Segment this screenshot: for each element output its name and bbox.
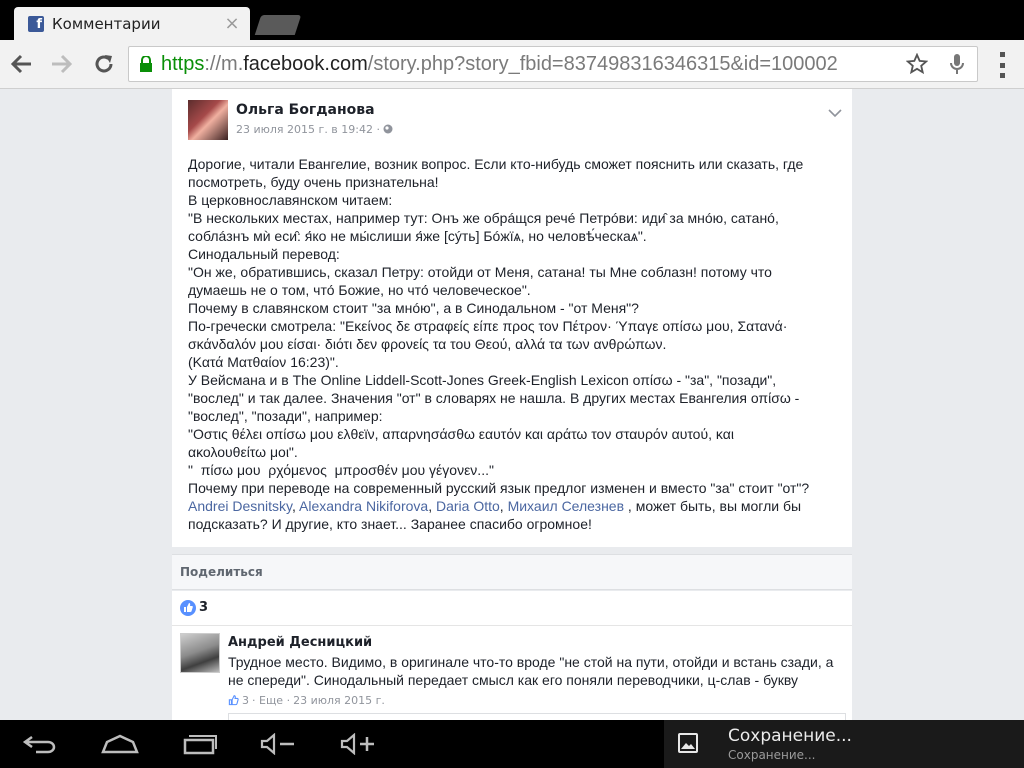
reply-box[interactable] [228, 713, 846, 720]
browser-toolbar: https://m.facebook.com/story.php?story_f… [0, 40, 1024, 89]
tab-title: Комментарии [52, 14, 161, 33]
android-recents-icon[interactable] [180, 728, 220, 760]
reload-icon[interactable] [90, 50, 118, 78]
download-notification[interactable]: Сохранение... Сохранение... [664, 720, 1024, 768]
back-arrow-icon[interactable] [7, 50, 35, 78]
facebook-favicon-icon: f [28, 15, 44, 32]
comment-item: Андрей Десницкий Трудное место. Видимо, … [172, 626, 852, 720]
image-icon [678, 733, 698, 753]
chevron-down-icon[interactable] [828, 103, 842, 122]
mention-link[interactable]: Daria Otto [436, 498, 500, 514]
comment-text: Трудное место. Видимо, в оригинале что-т… [228, 654, 834, 688]
menu-icon[interactable] [992, 52, 1012, 78]
address-bar[interactable]: https://m.facebook.com/story.php?story_f… [128, 46, 978, 82]
volume-down-icon[interactable] [258, 728, 298, 760]
notification-subtitle: Сохранение... [728, 748, 816, 762]
volume-up-icon[interactable] [338, 728, 378, 760]
mention-link[interactable]: Михаил Селезнев [508, 498, 624, 514]
comment-like-count: 3 [242, 694, 249, 707]
comment-more-link[interactable]: · Еще · [252, 694, 290, 707]
post-timestamp[interactable]: 23 июля 2015 г. в 19:42 · [236, 123, 393, 136]
android-home-icon[interactable] [100, 728, 140, 760]
lock-icon [139, 55, 153, 72]
android-back-icon[interactable] [20, 728, 60, 760]
post-header: Ольга Богданова 23 июля 2015 г. в 19:42 … [172, 89, 852, 149]
post-card: Ольга Богданова 23 июля 2015 г. в 19:42 … [172, 89, 852, 547]
forward-arrow-icon[interactable] [48, 50, 76, 78]
mention-link[interactable]: Alexandra Nikiforova [299, 498, 428, 514]
globe-icon [383, 124, 393, 134]
share-bar: Поделиться [172, 554, 852, 590]
notification-title: Сохранение... [728, 726, 852, 746]
tab-close-icon[interactable]: × [222, 13, 242, 34]
new-tab-button[interactable] [254, 15, 302, 35]
mention-link[interactable]: Andrei Desnitsky [188, 498, 292, 514]
url-text: https://m.facebook.com/story.php?story_f… [161, 52, 838, 75]
likes-row[interactable]: 3 [172, 591, 852, 626]
share-button[interactable]: Поделиться [180, 565, 263, 579]
star-icon[interactable] [897, 53, 937, 75]
comment-meta: 3 · Еще · 23 июля 2015 г. [228, 694, 385, 707]
omnibox-icons [897, 47, 977, 81]
comment-date: 23 июля 2015 г. [293, 694, 385, 707]
post-author[interactable]: Ольга Богданова [236, 102, 375, 118]
commenter-avatar[interactable] [180, 633, 220, 673]
like-count: 3 [199, 600, 209, 615]
system-navigation-bar: Сохранение... Сохранение... [0, 720, 1024, 768]
tab-comments[interactable]: f Комментарии × [14, 7, 250, 40]
post-body: Дорогие, читали Евангелие, возник вопрос… [188, 156, 810, 532]
thumbs-up-icon [180, 600, 196, 616]
author-avatar[interactable] [188, 100, 228, 140]
microphone-icon[interactable] [937, 53, 977, 75]
tab-strip: f Комментарии × [0, 0, 1024, 40]
thumbs-up-icon[interactable] [228, 695, 239, 706]
comment-author[interactable]: Андрей Десницкий [228, 635, 372, 650]
